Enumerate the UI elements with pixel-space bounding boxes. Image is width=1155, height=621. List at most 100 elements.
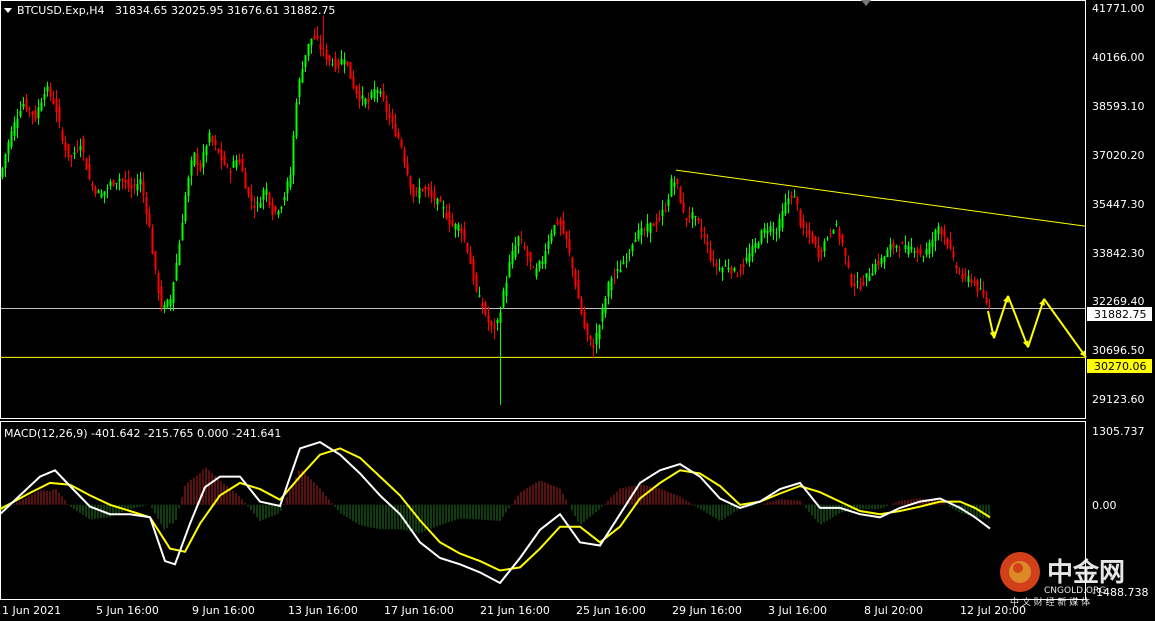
candle-body [898, 249, 901, 251]
candle-body [271, 202, 274, 215]
candle-body [928, 242, 931, 254]
candle-body [892, 243, 895, 248]
candle-body [31, 111, 34, 116]
candle-body [775, 232, 778, 234]
candle-body [397, 132, 400, 138]
candle-body [889, 244, 892, 251]
candle-body [193, 152, 196, 165]
candle-body [718, 267, 721, 270]
candle-body [835, 223, 838, 225]
candle-body [313, 36, 316, 40]
candle-body [19, 111, 22, 117]
candle-body [223, 155, 226, 165]
candle-body [307, 43, 310, 56]
candle-body [367, 98, 370, 102]
candle-body [520, 239, 523, 241]
candle-body [466, 243, 469, 252]
candle-body [871, 272, 874, 276]
candle-body [301, 68, 304, 83]
candle-body [409, 176, 412, 189]
candle-body [421, 188, 424, 191]
candle-body [814, 236, 817, 245]
candle-body [211, 136, 214, 143]
candle-body [109, 181, 112, 187]
watermark-sub: 中 文 财 经 新 媒 体 [1010, 596, 1090, 608]
candle-body [4, 153, 7, 168]
candle-body [319, 43, 322, 50]
candle-body [610, 278, 613, 291]
candle-body [394, 123, 397, 137]
candle-body [517, 236, 520, 246]
candle-body [187, 177, 190, 196]
candle-body [274, 206, 277, 212]
candle-body [550, 233, 553, 242]
candle-body [766, 230, 769, 234]
candle-body [163, 304, 166, 309]
candle-body [52, 98, 55, 104]
candle-body [793, 196, 796, 198]
candle-body [448, 211, 451, 225]
price-tick-label: 33842.30 [1092, 247, 1145, 260]
candle-body [841, 234, 844, 244]
candle-body [958, 271, 961, 273]
candle-body [859, 286, 862, 289]
time-axis: 1 Jun 2021 5 Jun 16:00 9 Jun 16:00 13 Ju… [2, 604, 1026, 617]
candle-body [241, 158, 244, 172]
candle-body [427, 187, 430, 191]
candle-body [931, 240, 934, 247]
candle-body [643, 229, 646, 231]
candle-body [322, 48, 325, 50]
time-tick-label: 29 Jun 16:00 [672, 604, 742, 617]
candle-body [199, 163, 202, 171]
candle-body [760, 230, 763, 243]
candle-body [655, 221, 658, 225]
candle-body [925, 248, 928, 255]
candle-body [298, 79, 301, 98]
candle-body [838, 229, 841, 239]
candle-body [769, 226, 772, 232]
candle-body [670, 178, 673, 197]
candle-body [919, 248, 922, 255]
candle-body [472, 259, 475, 281]
candle-body [874, 264, 877, 272]
candle-body [625, 261, 628, 263]
time-tick-label: 13 Jun 16:00 [288, 604, 358, 617]
candle-body [358, 90, 361, 102]
candle-body [1, 168, 4, 178]
candle-body [799, 209, 802, 226]
candle-body [955, 265, 958, 269]
current-price-tag: 31882.75 [1087, 307, 1152, 321]
support-price-tag: 30270.06 [1087, 359, 1152, 373]
candle-body [562, 220, 565, 234]
candle-body [757, 243, 760, 249]
candle-body [661, 209, 664, 216]
candle-body [100, 193, 103, 198]
candle-body [787, 198, 790, 205]
candle-body [166, 299, 169, 308]
candle-body [430, 190, 433, 196]
candle-body [37, 107, 40, 119]
candle-body [580, 298, 583, 314]
candle-body [196, 153, 199, 166]
candle-body [529, 251, 532, 262]
candle-body [484, 302, 487, 315]
candle-body [184, 195, 187, 222]
price-tick-label: 37020.20 [1092, 149, 1145, 162]
candle-body [340, 58, 343, 65]
candle-body [514, 245, 517, 258]
macd-tick-label: 0.00 [1092, 499, 1117, 512]
candle-body [364, 98, 367, 105]
candle-body [526, 250, 529, 257]
candle-body [697, 218, 700, 222]
candle-body [709, 248, 712, 260]
time-tick-label: 3 Jul 16:00 [768, 604, 827, 617]
candle-body [424, 186, 427, 190]
candle-body [10, 131, 13, 148]
candle-body [475, 274, 478, 292]
candle-body [97, 190, 100, 194]
candle-body [721, 267, 724, 273]
candle-body [439, 198, 442, 202]
time-tick-label: 8 Jul 20:00 [864, 604, 923, 617]
candle-body [943, 230, 946, 237]
price-tick-label: 29123.60 [1092, 393, 1145, 406]
